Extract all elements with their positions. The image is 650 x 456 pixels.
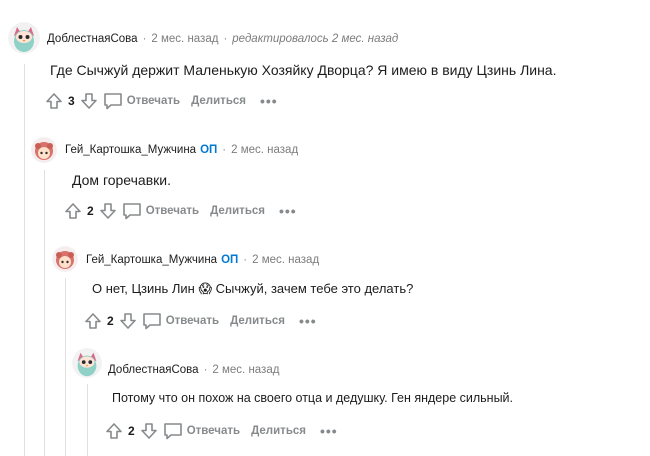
comment-actions: 2 Отвечать Делиться ••• bbox=[83, 310, 317, 332]
upvote-icon[interactable] bbox=[83, 311, 103, 331]
author-name[interactable]: ДоблестнаяСова bbox=[47, 33, 138, 45]
reply-label: Отвечать bbox=[165, 315, 220, 327]
comment-body: Где Сычжуй держит Маленькую Хозяйку Двор… bbox=[50, 62, 557, 78]
op-badge: ОП bbox=[200, 144, 218, 156]
thread-line[interactable] bbox=[44, 170, 45, 456]
comment-actions: 2 Отвечать Делиться ••• bbox=[63, 200, 297, 222]
downvote-icon[interactable] bbox=[79, 91, 99, 111]
reply-button[interactable]: Отвечать bbox=[122, 202, 199, 220]
downvote-icon[interactable] bbox=[98, 201, 118, 221]
comment-text-part: О нет, Цзинь Лин bbox=[92, 281, 195, 296]
red-hair-avatar-icon bbox=[52, 246, 78, 272]
avatar[interactable] bbox=[72, 348, 102, 378]
edited-label: редактировалось 2 мес. назад bbox=[232, 33, 399, 45]
comment-header: Гей_Картошка_Мужчина ОП · 2 мес. назад bbox=[86, 254, 319, 266]
reply-label: Отвечать bbox=[145, 205, 200, 217]
comment-bubble-icon bbox=[163, 423, 182, 440]
vote-score: 2 bbox=[87, 204, 94, 218]
separator-dot: · bbox=[203, 364, 208, 376]
comment-body: Потому что он похож на своего отца и дед… bbox=[112, 391, 514, 405]
avatar[interactable] bbox=[52, 246, 78, 272]
separator-dot: · bbox=[223, 33, 228, 45]
timestamp[interactable]: 2 мес. назад bbox=[212, 364, 279, 376]
author-name[interactable]: Гей_Картошка_Мужчина bbox=[86, 254, 217, 266]
share-button[interactable]: Делиться bbox=[191, 95, 246, 107]
share-button[interactable]: Делиться bbox=[230, 315, 285, 327]
comment-header: ДоблестнаяСова · 2 мес. назад bbox=[108, 364, 279, 376]
comment-actions: 3 Отвечать Делиться ••• bbox=[44, 90, 278, 112]
comment-body: Дом горечавки. bbox=[72, 172, 171, 188]
comment-bubble-icon bbox=[103, 93, 122, 110]
separator-dot: · bbox=[222, 144, 227, 156]
thread-line[interactable] bbox=[87, 384, 88, 456]
timestamp[interactable]: 2 мес. назад bbox=[151, 33, 218, 45]
reply-button[interactable]: Отвечать bbox=[103, 92, 180, 110]
scream-emoji: 😱 bbox=[198, 281, 213, 296]
upvote-icon[interactable] bbox=[63, 201, 83, 221]
downvote-icon[interactable] bbox=[139, 421, 159, 441]
author-name[interactable]: ДоблестнаяСова bbox=[108, 364, 199, 376]
share-button[interactable]: Делиться bbox=[251, 425, 306, 437]
upvote-icon[interactable] bbox=[104, 421, 124, 441]
red-hair-avatar-icon bbox=[31, 137, 57, 163]
author-name[interactable]: Гей_Картошка_Мужчина bbox=[65, 144, 196, 156]
reply-label: Отвечать bbox=[186, 425, 241, 437]
upvote-icon[interactable] bbox=[44, 91, 64, 111]
comment-actions: 2 Отвечать Делиться ••• bbox=[104, 420, 338, 442]
reply-button[interactable]: Отвечать bbox=[163, 422, 240, 440]
op-badge: ОП bbox=[221, 254, 239, 266]
avatar[interactable] bbox=[8, 22, 40, 54]
thread-line[interactable] bbox=[65, 278, 66, 456]
vote-score: 3 bbox=[68, 94, 75, 108]
reply-button[interactable]: Отвечать bbox=[142, 312, 219, 330]
vote-score: 2 bbox=[128, 424, 135, 438]
thread-line[interactable] bbox=[24, 64, 25, 456]
vote-score: 2 bbox=[107, 314, 114, 328]
comment-bubble-icon bbox=[142, 313, 161, 330]
more-options-icon[interactable]: ••• bbox=[260, 94, 278, 108]
comment-header: Гей_Картошка_Мужчина ОП · 2 мес. назад bbox=[65, 144, 298, 156]
separator-dot: · bbox=[243, 254, 248, 266]
comment-header: ДоблестнаяСова · 2 мес. назад · редактир… bbox=[47, 33, 398, 45]
comment-body: О нет, Цзинь Лин 😱 Сычжуй, зачем тебе эт… bbox=[92, 281, 413, 297]
more-options-icon[interactable]: ••• bbox=[320, 424, 338, 438]
separator-dot: · bbox=[142, 33, 147, 45]
more-options-icon[interactable]: ••• bbox=[299, 314, 317, 328]
comment-bubble-icon bbox=[122, 203, 141, 220]
reply-label: Отвечать bbox=[126, 95, 181, 107]
more-options-icon[interactable]: ••• bbox=[279, 204, 297, 218]
timestamp[interactable]: 2 мес. назад bbox=[231, 144, 298, 156]
downvote-icon[interactable] bbox=[118, 311, 138, 331]
share-button[interactable]: Делиться bbox=[210, 205, 265, 217]
comment-text-part: Сычжуй, зачем тебе это делать? bbox=[215, 281, 414, 296]
timestamp[interactable]: 2 мес. назад bbox=[252, 254, 319, 266]
avatar[interactable] bbox=[31, 137, 57, 163]
owl-avatar-icon bbox=[8, 22, 40, 54]
owl-avatar-icon bbox=[72, 348, 102, 378]
